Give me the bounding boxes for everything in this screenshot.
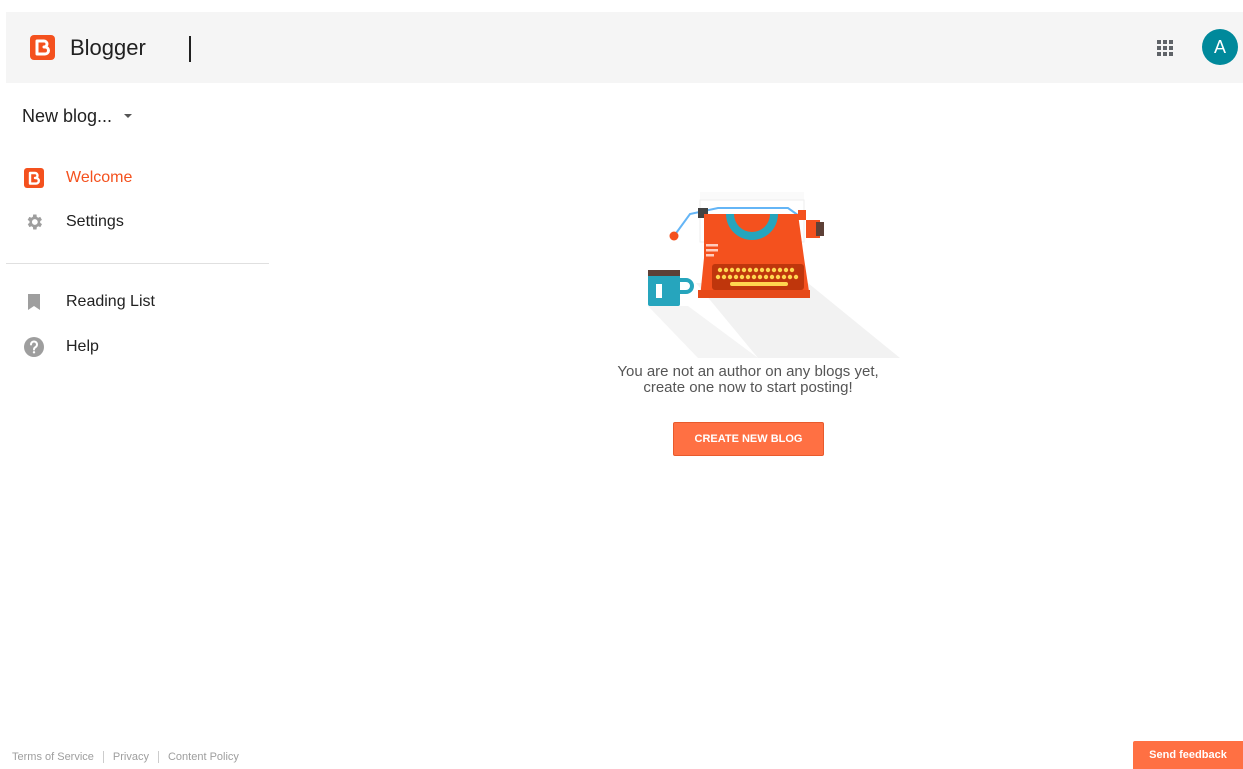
sidebar-divider <box>6 263 269 264</box>
top-header: Blogger A <box>6 12 1243 83</box>
send-feedback-button[interactable]: Send feedback <box>1133 741 1243 769</box>
sidebar-item-label: Help <box>66 338 99 355</box>
blogger-icon <box>22 166 46 190</box>
bookmark-icon <box>22 290 46 314</box>
empty-state-line-1: You are not an author on any blogs yet, <box>617 363 879 380</box>
sidebar-item-help[interactable]: Help <box>22 332 99 362</box>
footer-separator <box>102 751 104 763</box>
sidebar-item-reading-list[interactable]: Reading List <box>22 287 155 317</box>
content-policy-link[interactable]: Content Policy <box>168 751 239 763</box>
account-avatar[interactable]: A <box>1202 29 1238 65</box>
empty-state-line-2: create one now to start posting! <box>643 379 853 396</box>
sidebar-item-label: Reading List <box>66 293 155 310</box>
typewriter-illustration <box>648 192 900 358</box>
terms-of-service-link[interactable]: Terms of Service <box>12 751 94 763</box>
footer-links: Terms of Service Privacy Content Policy <box>12 751 239 763</box>
header-text-cursor <box>189 36 191 62</box>
help-icon <box>22 335 46 359</box>
sidebar-item-label: Welcome <box>66 169 133 186</box>
sidebar-item-settings[interactable]: Settings <box>22 207 124 237</box>
privacy-link[interactable]: Privacy <box>113 751 149 763</box>
create-new-blog-button[interactable]: CREATE NEW BLOG <box>673 422 824 456</box>
gear-icon <box>22 210 46 234</box>
sidebar-item-label: Settings <box>66 213 124 230</box>
footer-separator <box>157 751 159 763</box>
caret-down-icon <box>124 114 133 118</box>
empty-state-message: You are not an author on any blogs yet, … <box>560 364 936 396</box>
blog-selector-dropdown[interactable]: New blog... <box>22 103 133 129</box>
blogger-logo-icon[interactable] <box>30 35 55 60</box>
sidebar-item-welcome[interactable]: Welcome <box>22 163 132 193</box>
apps-grid-icon[interactable] <box>1157 40 1173 56</box>
brand-name[interactable]: Blogger <box>70 35 146 61</box>
blog-selector-label: New blog... <box>22 105 113 126</box>
